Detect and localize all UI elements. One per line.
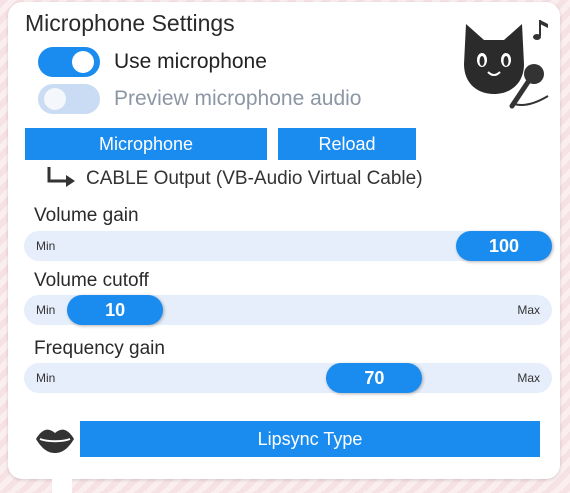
slider-thumb[interactable]: 10 bbox=[67, 295, 164, 325]
slider-min-label: Min bbox=[36, 239, 56, 253]
preview-audio-row: Preview microphone audio bbox=[38, 84, 361, 114]
lips-icon bbox=[36, 429, 74, 453]
volume-gain-label: Volume gain bbox=[34, 205, 139, 226]
microphone-settings-panel: Microphone Settings Use microphone Previ… bbox=[8, 2, 560, 479]
lipsync-type-button[interactable]: Lipsync Type bbox=[80, 421, 540, 457]
slider-thumb[interactable]: 70 bbox=[326, 363, 423, 393]
reload-button[interactable]: Reload bbox=[278, 128, 416, 160]
arrow-corner-right-icon bbox=[47, 167, 75, 187]
use-microphone-row: Use microphone bbox=[38, 47, 267, 77]
use-microphone-toggle[interactable] bbox=[38, 47, 100, 77]
selected-device-row: CABLE Output (VB-Audio Virtual Cable) bbox=[44, 167, 423, 191]
slider-max-label: Max bbox=[517, 303, 540, 317]
slider-max-label: Max bbox=[517, 371, 540, 385]
volume-gain-slider[interactable]: Min 100 bbox=[24, 231, 552, 261]
frequency-gain-slider[interactable]: Min Max 70 bbox=[24, 363, 552, 393]
toggle-knob bbox=[72, 51, 94, 73]
slider-min-label: Min bbox=[36, 371, 56, 385]
volume-cutoff-label: Volume cutoff bbox=[34, 270, 149, 291]
slider-thumb[interactable]: 100 bbox=[456, 231, 552, 261]
selected-device-label: CABLE Output (VB-Audio Virtual Cable) bbox=[86, 168, 423, 189]
preview-audio-toggle[interactable] bbox=[38, 84, 100, 114]
volume-cutoff-slider[interactable]: Min Max 10 bbox=[24, 295, 552, 325]
microphone-button[interactable]: Microphone bbox=[25, 128, 267, 160]
use-microphone-label: Use microphone bbox=[114, 50, 267, 73]
preview-audio-label: Preview microphone audio bbox=[114, 87, 362, 110]
frequency-gain-label: Frequency gain bbox=[34, 338, 165, 359]
slider-min-label: Min bbox=[36, 303, 56, 317]
toggle-knob bbox=[44, 88, 66, 110]
panel-title: Microphone Settings bbox=[25, 10, 235, 36]
cat-with-microphone-icon bbox=[464, 20, 549, 109]
